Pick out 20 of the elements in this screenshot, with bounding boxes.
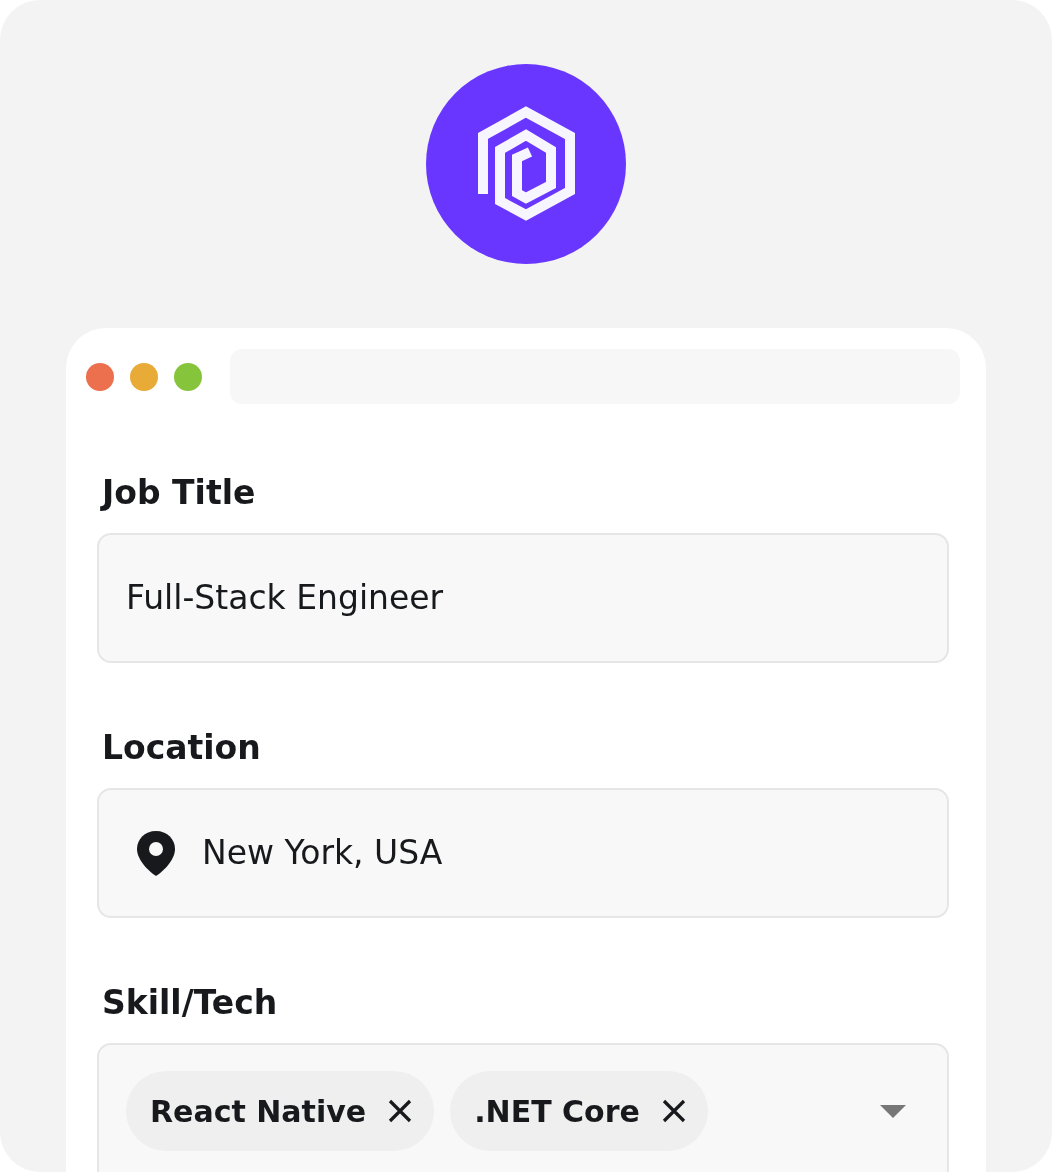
field-value: New York, USA — [202, 832, 443, 875]
logo-icon — [426, 64, 626, 264]
window-control-dot[interactable] — [130, 362, 158, 391]
tag-label: React Native — [150, 1092, 367, 1131]
window-control-dot[interactable] — [174, 362, 202, 391]
dropdown-caret-icon[interactable] — [880, 1105, 906, 1119]
close-icon[interactable] — [661, 1099, 686, 1123]
tag-chip[interactable]: React Native — [126, 1071, 435, 1151]
window-control-dot[interactable] — [86, 362, 114, 391]
input-field[interactable]: New York, USA — [97, 788, 949, 918]
close-icon[interactable] — [388, 1099, 413, 1123]
field-label: Job Title — [102, 476, 257, 509]
field-value: Full-Stack Engineer — [126, 577, 444, 620]
field-label: Skill/Tech — [102, 986, 279, 1019]
tag-select-field[interactable]: React Native .NET Core — [97, 1043, 949, 1172]
input-field[interactable]: Full-Stack Engineer — [97, 533, 949, 663]
tag-chip[interactable]: .NET Core — [450, 1071, 708, 1151]
field-label: Location — [102, 731, 262, 764]
tag-label: .NET Core — [474, 1092, 640, 1131]
location-pin-icon — [134, 829, 178, 877]
